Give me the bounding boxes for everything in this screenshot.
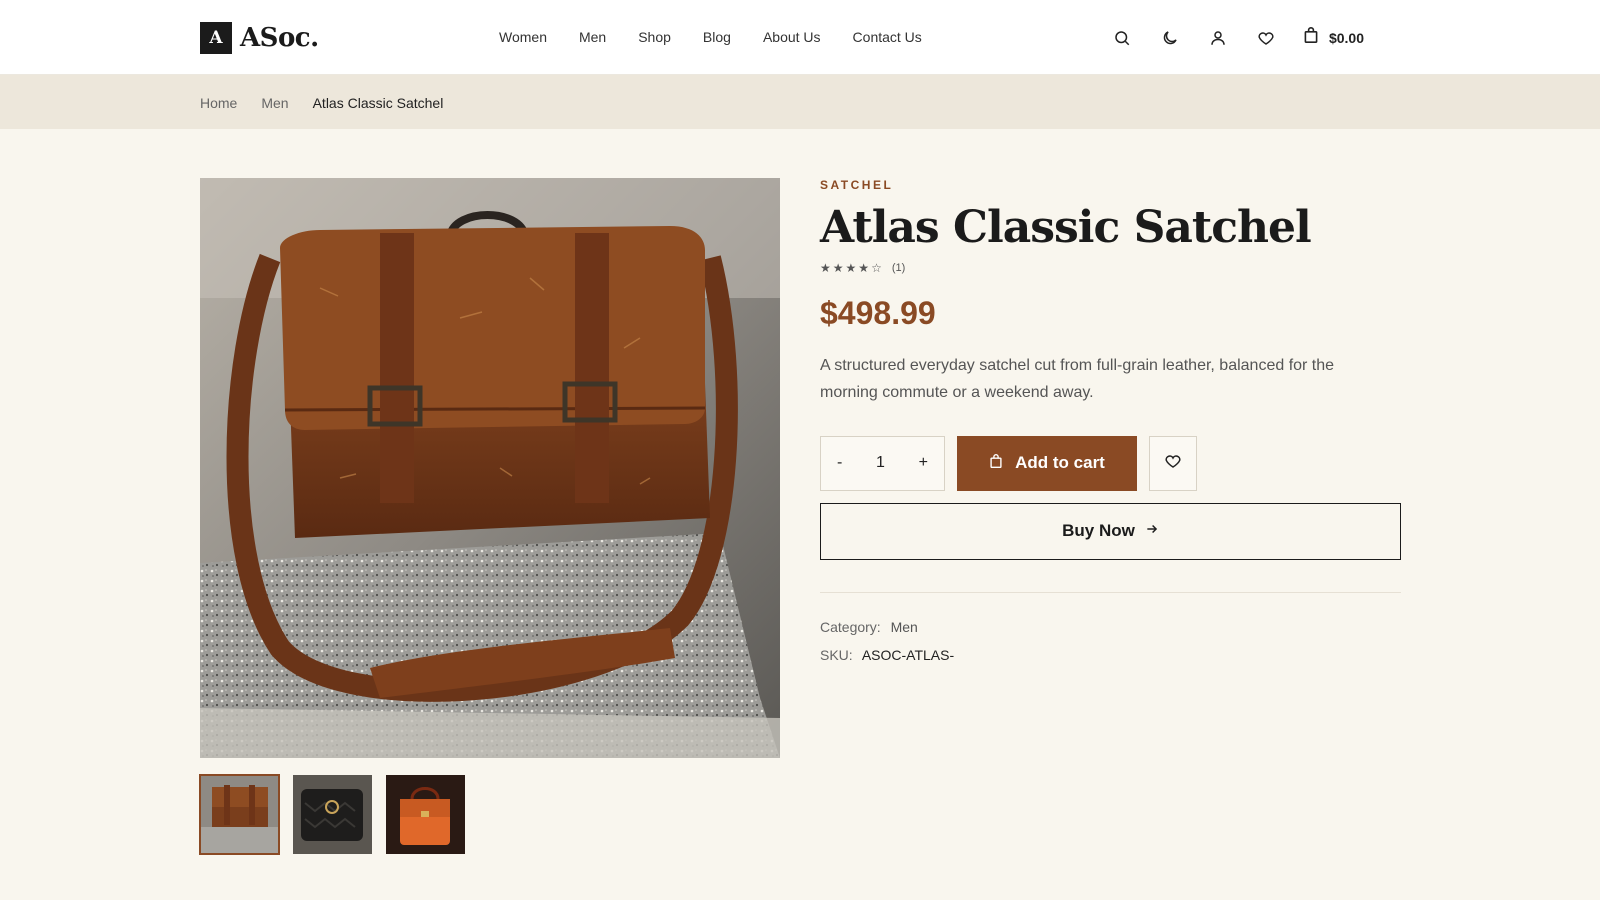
star-filled-icon: ★ — [845, 260, 857, 275]
breadcrumb-current: Atlas Classic Satchel — [312, 95, 444, 111]
divider — [820, 591, 1401, 593]
product-description: A structured everyday satchel cut from f… — [820, 356, 1335, 401]
logo-text: ASoc. — [240, 23, 319, 53]
quantity-increase-button[interactable]: + — [919, 454, 928, 472]
nav-men[interactable]: Men — [579, 29, 606, 45]
purchase-actions: - 1 + Add to cart — [820, 435, 1400, 491]
nav-contact-us[interactable]: Contact Us — [853, 29, 922, 45]
site-header: A ASoc. Women Men Shop Blog About Us Con… — [0, 0, 1600, 75]
breadcrumb-men[interactable]: Men — [261, 95, 288, 111]
wishlist-heart-icon[interactable] — [1255, 27, 1277, 49]
heart-icon — [1164, 452, 1182, 475]
nav-blog[interactable]: Blog — [703, 29, 731, 45]
category-row: Category: Men — [820, 619, 1400, 635]
sku-value: ASOC-ATLAS- — [861, 646, 955, 663]
thumbnail-orange-bag[interactable] — [386, 775, 465, 854]
product-meta: Category: Men SKU: ASOC-ATLAS- — [820, 619, 1400, 663]
quantity-decrease-button[interactable]: - — [837, 454, 842, 472]
arrow-right-icon — [1145, 521, 1159, 541]
category-label: Category: — [820, 618, 881, 635]
cart-total: $0.00 — [1328, 29, 1364, 46]
logo-mark: A — [200, 22, 232, 54]
breadcrumb-home[interactable]: Home — [200, 95, 237, 111]
star-empty-icon: ☆ — [871, 260, 882, 275]
star-filled-icon: ★ — [832, 260, 844, 275]
brand-logo[interactable]: A ASoc. — [200, 22, 319, 54]
cart-button[interactable]: $0.00 — [1303, 26, 1364, 49]
quantity-stepper: - 1 + — [820, 435, 945, 491]
nav-about-us[interactable]: About Us — [763, 29, 821, 45]
rating-count: (1) — [891, 261, 906, 274]
breadcrumb-bar: Home Men Atlas Classic Satchel — [0, 75, 1600, 129]
product-main-image[interactable] — [200, 178, 780, 758]
quantity-value[interactable]: 1 — [876, 454, 885, 472]
add-to-cart-button[interactable]: Add to cart — [957, 435, 1137, 491]
header-actions: $0.00 — [1085, 26, 1364, 49]
category-link[interactable]: Men — [891, 619, 918, 635]
sku-label: SKU: — [820, 646, 853, 663]
thumbnail-black-bag[interactable] — [293, 775, 372, 854]
sku-row: SKU: ASOC-ATLAS- — [820, 647, 1400, 663]
add-to-cart-label: Add to cart — [1015, 453, 1105, 473]
product-thumbnails — [199, 774, 465, 855]
product-type-label: SATCHEL — [820, 178, 894, 192]
search-icon[interactable] — [1111, 27, 1133, 49]
buy-now-button[interactable]: Buy Now — [820, 502, 1401, 560]
thumbnail-satchel[interactable] — [199, 774, 280, 855]
nav-shop[interactable]: Shop — [638, 29, 671, 45]
main-nav: Women Men Shop Blog About Us Contact Us — [499, 29, 954, 45]
shopping-bag-icon — [1303, 26, 1319, 49]
product-title: Atlas Classic Satchel — [820, 202, 1312, 253]
product-price: $498.99 — [820, 294, 936, 331]
product-rating[interactable]: ★ ★ ★ ★ ☆ (1) — [820, 261, 1400, 275]
breadcrumb: Home Men Atlas Classic Satchel — [200, 95, 467, 111]
user-account-icon[interactable] — [1207, 27, 1229, 49]
dark-mode-moon-icon[interactable] — [1159, 27, 1181, 49]
product-info: SATCHEL Atlas Classic Satchel ★ ★ ★ ★ ☆ … — [820, 178, 1401, 675]
nav-women[interactable]: Women — [499, 29, 547, 45]
star-filled-icon: ★ — [858, 260, 870, 275]
buy-now-label: Buy Now — [1062, 521, 1135, 541]
shopping-bag-icon — [989, 453, 1003, 474]
add-to-wishlist-button[interactable] — [1149, 435, 1197, 491]
star-filled-icon: ★ — [820, 260, 831, 275]
